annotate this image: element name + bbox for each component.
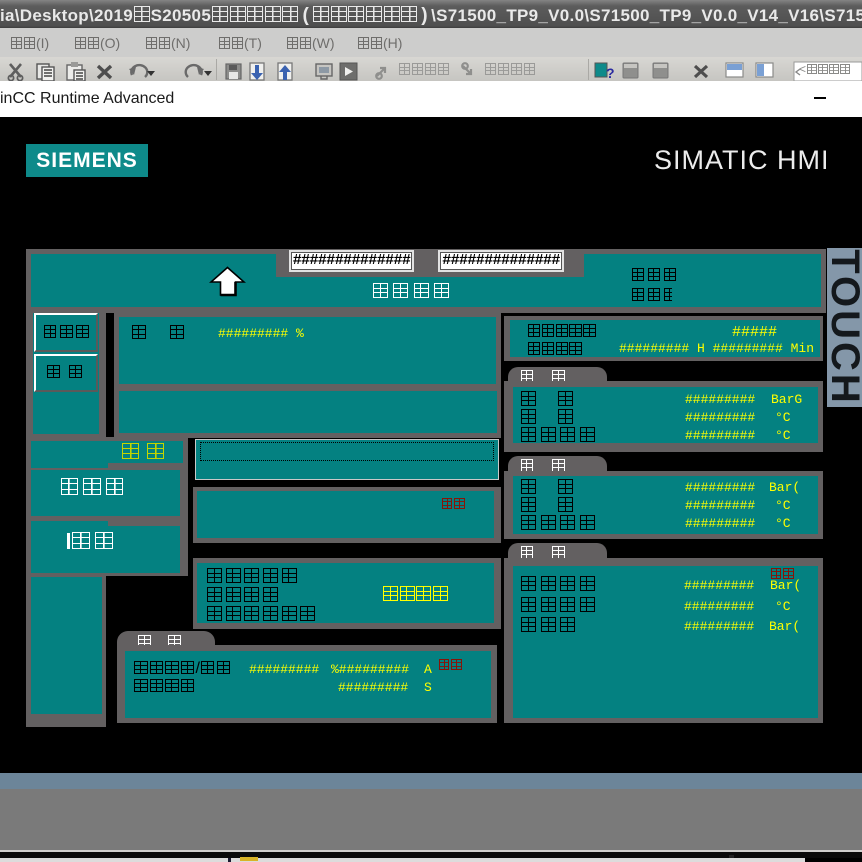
svg-text:?: ? xyxy=(606,65,615,81)
